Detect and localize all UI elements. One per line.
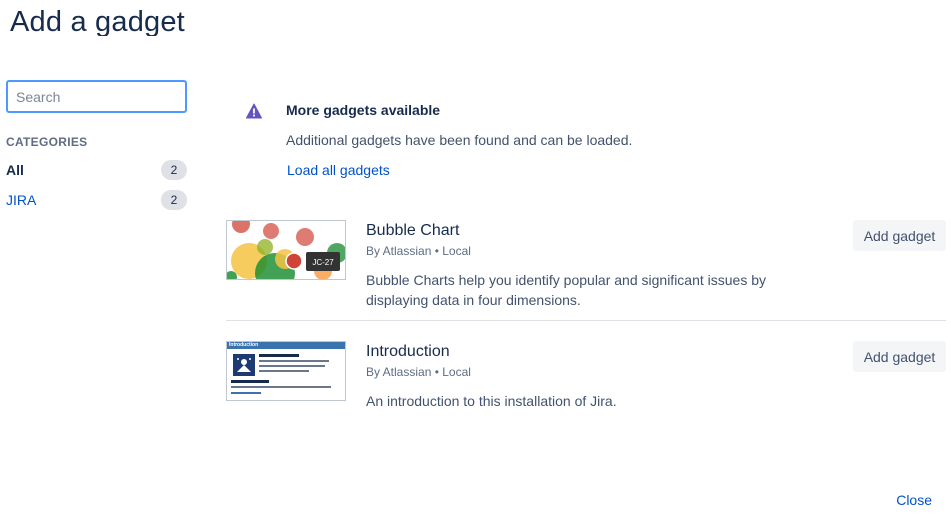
gadget-title: Bubble Chart	[366, 222, 460, 239]
gadget-item-bubble-chart: JC-27 Bubble Chart By Atlassian • Local …	[226, 220, 946, 321]
add-gadget-button[interactable]: Add gadget	[853, 220, 946, 251]
gadget-title: Introduction	[366, 343, 450, 360]
gadget-meta: By Atlassian • Local	[366, 365, 471, 379]
categories-heading: CATEGORIES	[6, 135, 88, 149]
gadget-meta: By Atlassian • Local	[366, 244, 471, 258]
category-count-badge: 2	[161, 190, 187, 210]
jira-logo-icon	[233, 354, 255, 376]
category-label: JIRA	[6, 192, 37, 208]
warning-icon	[246, 103, 262, 119]
category-item-all[interactable]: All 2	[6, 157, 187, 183]
notice-text: Additional gadgets have been found and c…	[286, 132, 633, 148]
category-count-badge: 2	[161, 160, 187, 180]
gadget-description: Bubble Charts help you identify popular …	[366, 272, 767, 308]
load-all-gadgets-link[interactable]: Load all gadgets	[287, 162, 390, 178]
search-input[interactable]	[6, 80, 187, 113]
category-label: All	[6, 162, 24, 178]
category-item-jira[interactable]: JIRA 2	[6, 187, 187, 213]
introduction-thumbnail: Introduction	[226, 341, 346, 401]
add-gadget-button[interactable]: Add gadget	[853, 341, 946, 372]
gadget-item-introduction: Introduction Introduction By Atlassian •…	[226, 341, 946, 421]
gadget-description: An introduction to this installation of …	[366, 393, 617, 409]
bubble-chart-thumbnail: JC-27	[226, 220, 346, 280]
sidebar: CATEGORIES All 2 JIRA 2	[6, 80, 187, 213]
notice-title: More gadgets available	[286, 102, 441, 118]
dialog-title: Add a gadget	[10, 6, 185, 36]
bubble-tooltip-label: JC-27	[312, 258, 334, 267]
close-link[interactable]: Close	[896, 492, 932, 508]
thumbnail-header: Introduction	[227, 342, 345, 349]
